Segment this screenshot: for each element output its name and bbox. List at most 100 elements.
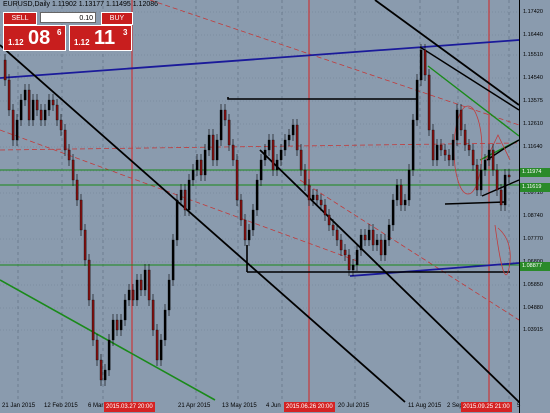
- price-axis[interactable]: [519, 0, 550, 413]
- candle-body: [359, 234, 363, 251]
- candle-body: [183, 189, 187, 211]
- candle-body: [503, 174, 507, 206]
- buy-price-prefix: 1.12: [74, 38, 90, 47]
- candle-body: [107, 339, 111, 371]
- candle-body: [167, 279, 171, 311]
- price-tick-label: 1.04880: [523, 305, 543, 311]
- red-dashed-trendline: [299, 179, 520, 321]
- candle-body: [287, 134, 291, 141]
- time-tick-label: 5: [517, 403, 521, 409]
- candle-body: [159, 339, 163, 361]
- candle-body: [151, 299, 155, 331]
- candle-body: [131, 289, 135, 301]
- candle-body: [491, 149, 495, 171]
- price-tick-label: 1.12610: [523, 121, 543, 127]
- candle-body: [291, 124, 295, 136]
- candle-body: [419, 49, 423, 81]
- candle-body: [175, 199, 179, 241]
- price-tick-label: 1.03915: [523, 327, 543, 333]
- candle-body: [315, 194, 319, 201]
- candle-body: [391, 199, 395, 226]
- candle-body: [335, 229, 339, 241]
- candle-body: [439, 144, 443, 151]
- candle-body: [371, 229, 375, 246]
- candle-body: [227, 119, 231, 146]
- candle-body: [31, 99, 35, 121]
- candle-body: [299, 149, 303, 171]
- lot-size-input[interactable]: 0.10: [40, 12, 96, 23]
- candle-body: [55, 104, 59, 121]
- sell-price[interactable]: 1.12 08 6: [3, 25, 66, 51]
- chart-overlays: [0, 0, 520, 403]
- candle-body: [471, 149, 475, 166]
- price-tick-label: 1.08740: [523, 213, 543, 219]
- black-trendline: [374, 0, 520, 106]
- buy-button[interactable]: BUY: [101, 12, 133, 25]
- candle-body: [479, 169, 483, 191]
- vertical-line-time-badge: 2015.09.25 21:00: [461, 402, 512, 412]
- candle-body: [295, 124, 299, 151]
- candle-body: [455, 109, 459, 141]
- candle-body: [127, 289, 131, 301]
- candle-body: [187, 179, 191, 211]
- candle-body: [67, 149, 71, 161]
- candle-body: [19, 99, 23, 121]
- candle-body: [59, 119, 63, 131]
- candle-body: [179, 189, 183, 201]
- candle-body: [71, 159, 75, 181]
- candle-body: [147, 269, 151, 301]
- sell-button[interactable]: SELL: [3, 12, 37, 25]
- candle-body: [23, 89, 27, 101]
- candle-body: [383, 239, 387, 256]
- candle-body: [255, 179, 259, 211]
- price-level-badge: 1.11974: [520, 168, 550, 177]
- black-level-line: [444, 201, 506, 205]
- candle-body: [215, 139, 219, 161]
- candle-body: [339, 239, 343, 251]
- candle-body: [459, 109, 463, 131]
- candle-body: [99, 359, 103, 381]
- time-tick-label: 21 Jan 2015: [2, 403, 36, 409]
- candle-body: [431, 129, 435, 161]
- candle-body: [395, 184, 399, 201]
- price-tick-label: 1.16440: [523, 32, 543, 38]
- vertical-line-time-badge: 2015.06.26 20:00: [284, 402, 335, 412]
- candle-body: [475, 164, 479, 191]
- candle-body: [111, 319, 115, 341]
- candle-body: [63, 129, 67, 151]
- candle-body: [95, 339, 99, 361]
- candle-body: [47, 99, 51, 111]
- candle-body: [411, 119, 415, 171]
- candle-body: [375, 239, 379, 246]
- candle-body: [139, 279, 143, 291]
- price-level-badge: 1.11619: [520, 183, 550, 192]
- candle-body: [307, 184, 311, 201]
- candle-body: [463, 129, 467, 146]
- candle-body: [43, 109, 47, 121]
- candle-body: [267, 139, 271, 151]
- candle-body: [51, 99, 55, 106]
- buy-price[interactable]: 1.12 11 3: [69, 25, 132, 51]
- candle-body: [467, 144, 471, 151]
- candle-body: [263, 149, 267, 161]
- candle-body: [327, 214, 331, 226]
- time-tick-label: 11 Aug 2015: [408, 403, 442, 409]
- candle-body: [343, 249, 347, 256]
- candle-body: [499, 189, 503, 206]
- candle-body: [303, 169, 307, 186]
- candle-body: [163, 309, 167, 341]
- candle-body: [83, 229, 87, 261]
- price-chart[interactable]: [0, 0, 550, 413]
- price-tick-label: 1.17420: [523, 9, 543, 15]
- candle-body: [235, 159, 239, 201]
- candle-body: [207, 134, 211, 151]
- candle-body: [379, 239, 383, 256]
- candle-body: [451, 139, 455, 161]
- candle-body: [3, 59, 7, 81]
- candle-body: [323, 204, 327, 216]
- candle-body: [275, 159, 279, 171]
- candle-body: [11, 109, 15, 141]
- candle-body: [271, 139, 275, 171]
- candle-body: [239, 199, 243, 221]
- candle-body: [347, 254, 351, 271]
